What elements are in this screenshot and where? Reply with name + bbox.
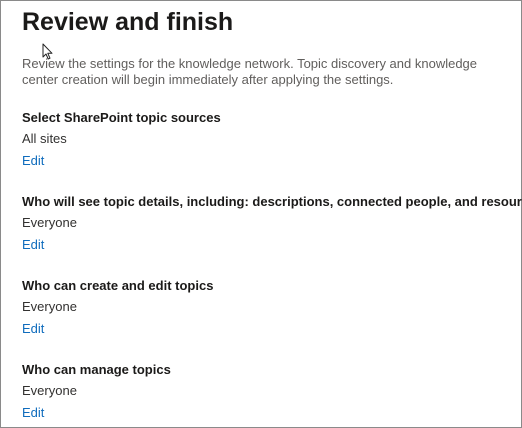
section-heading: Select SharePoint topic sources xyxy=(22,110,221,125)
section-value: All sites xyxy=(22,131,67,146)
section-value: Everyone xyxy=(22,383,77,398)
edit-create-edit-topics-link[interactable]: Edit xyxy=(22,321,44,337)
section-topic-sources: Select SharePoint topic sources All site… xyxy=(22,109,512,170)
section-manage-topics: Who can manage topics Everyone Edit xyxy=(22,361,512,422)
section-topic-visibility: Who will see topic details, including: d… xyxy=(22,193,522,254)
section-value: Everyone xyxy=(22,299,77,314)
section-value: Everyone xyxy=(22,215,77,230)
intro-text: Review the settings for the knowledge ne… xyxy=(22,56,478,87)
section-heading: Who will see topic details, including: d… xyxy=(22,194,522,209)
edit-topic-visibility-link[interactable]: Edit xyxy=(22,237,44,253)
review-panel: Review and finish Review the settings fo… xyxy=(0,0,522,428)
section-create-edit-topics: Who can create and edit topics Everyone … xyxy=(22,277,512,338)
edit-topic-sources-link[interactable]: Edit xyxy=(22,153,44,169)
section-heading: Who can manage topics xyxy=(22,362,171,377)
page-title: Review and finish xyxy=(22,8,234,36)
section-heading: Who can create and edit topics xyxy=(22,278,214,293)
edit-manage-topics-link[interactable]: Edit xyxy=(22,405,44,421)
